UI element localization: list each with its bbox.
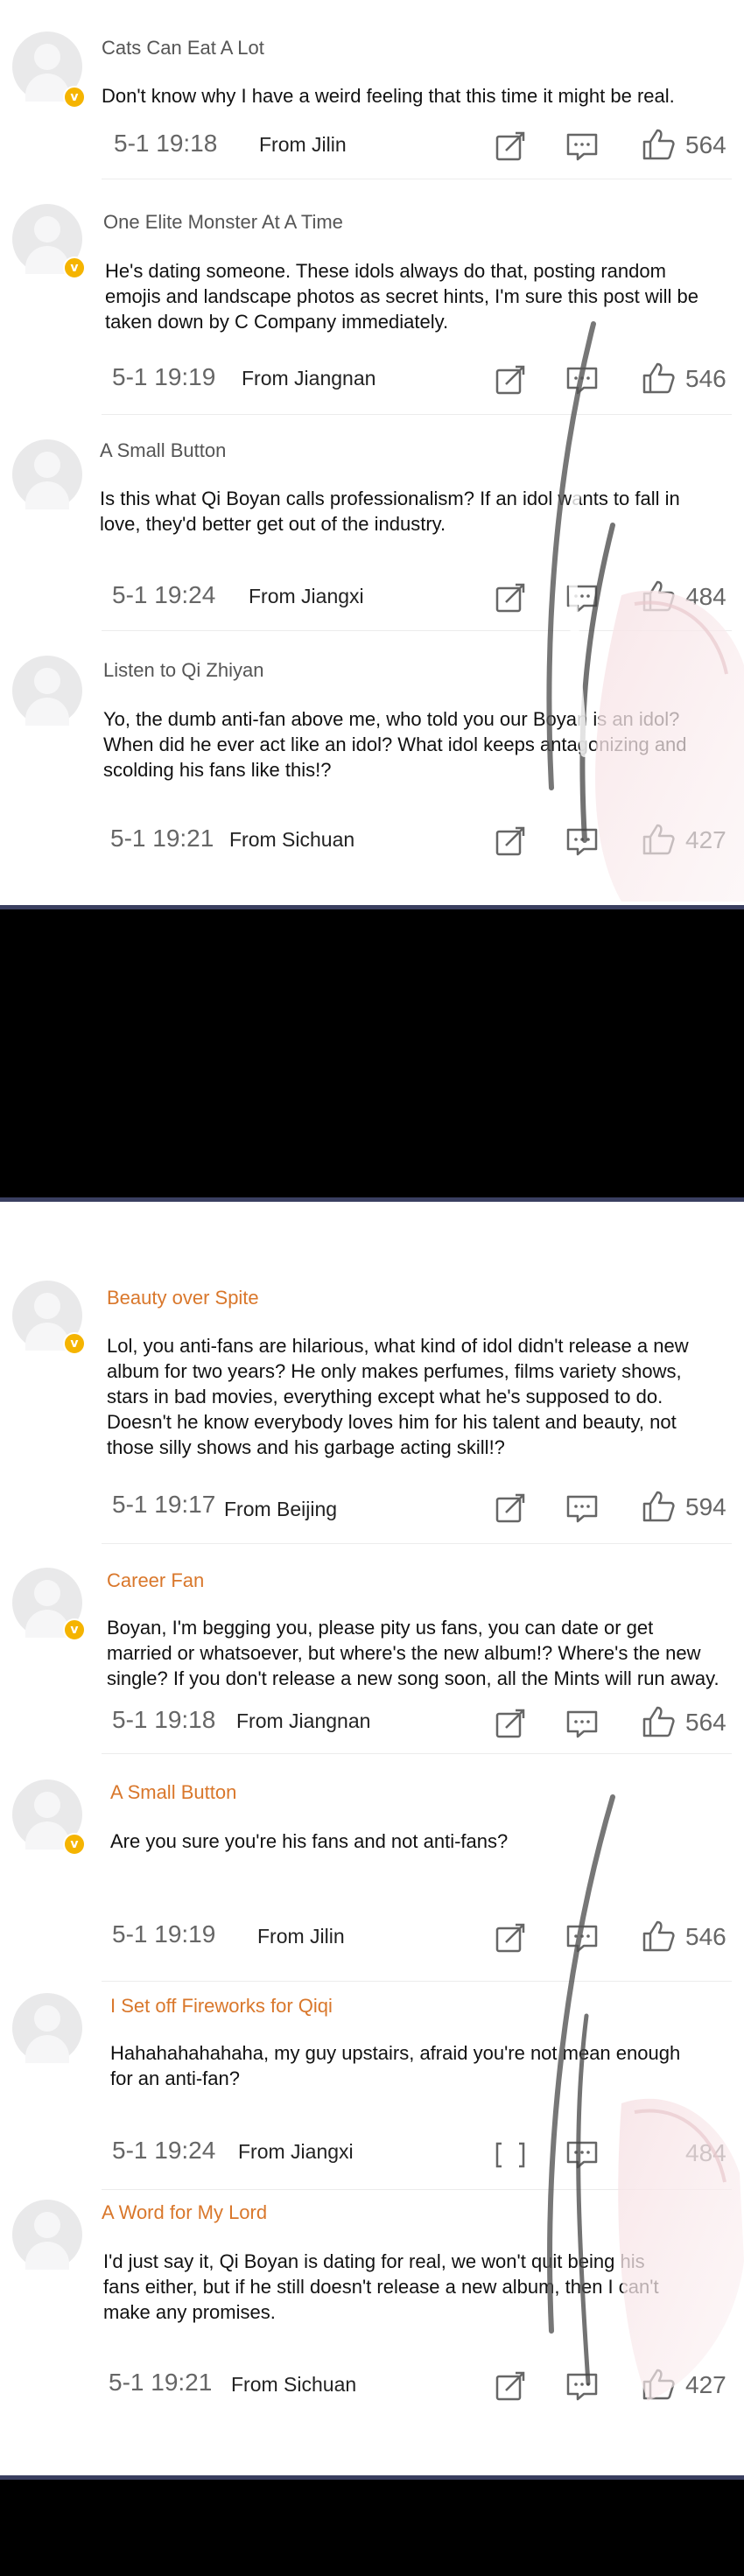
comment-item: A Word for My Lord I'd just say it, Qi B…: [0, 2200, 744, 2475]
thumbs-up-icon[interactable]: [641, 822, 676, 857]
username[interactable]: A Small Button: [100, 439, 226, 462]
share-icon[interactable]: [493, 362, 528, 397]
comment-location: From Sichuan: [231, 2373, 357, 2396]
verified-badge-icon: v: [63, 86, 86, 109]
comment-time: 5-1 19:19: [112, 1920, 216, 1948]
comment-location: From Jilin: [259, 133, 347, 156]
reply-icon[interactable]: [565, 580, 600, 615]
divider: [102, 630, 732, 631]
username[interactable]: Cats Can Eat A Lot: [102, 37, 264, 60]
comment-item: v Career Fan Boyan, I'm begging you, ple…: [0, 1552, 744, 1762]
reply-icon[interactable]: [565, 1920, 600, 1955]
avatar[interactable]: [12, 2200, 82, 2270]
comment-time: 5-1 19:21: [109, 2369, 213, 2396]
avatar[interactable]: [12, 1993, 82, 2063]
verified-badge-icon: v: [63, 1618, 86, 1641]
comment-text: Is this what Qi Boyan calls professional…: [100, 488, 680, 535]
comment-location: From Jiangxi: [238, 2140, 354, 2163]
comment-time: 5-1 19:17: [112, 1491, 216, 1518]
comment-location: From Jilin: [257, 1925, 345, 1948]
thumbs-up-icon[interactable]: [641, 1919, 676, 1954]
comment-item: A Small Button Is this what Qi Boyan cal…: [0, 420, 744, 635]
comment-text: He's dating someone. These idols always …: [105, 260, 698, 333]
comment-time: 5-1 19:24: [112, 2137, 216, 2164]
comment-text: Are you sure you're his fans and not ant…: [110, 1830, 509, 1852]
share-icon[interactable]: [493, 580, 528, 615]
username[interactable]: A Word for My Lord: [102, 2201, 267, 2224]
username[interactable]: A Small Button: [110, 1781, 236, 1804]
comment-item: v Cats Can Eat A Lot Don't know why I ha…: [0, 0, 744, 179]
comment-location: From Jiangxi: [249, 585, 364, 607]
comment-panel-bottom: v Beauty over Spite Lol, you anti-fans a…: [0, 1197, 744, 2480]
username[interactable]: Career Fan: [107, 1569, 204, 1592]
like-count: 427: [685, 2371, 726, 2398]
divider: [102, 2189, 732, 2190]
like-count: 564: [685, 1709, 726, 1736]
comment-item: Listen to Qi Zhiyan Yo, the dumb anti-fa…: [0, 635, 744, 905]
username[interactable]: Listen to Qi Zhiyan: [103, 659, 263, 682]
divider: [102, 1981, 732, 1982]
comment-panel-top: v Cats Can Eat A Lot Don't know why I ha…: [0, 0, 744, 909]
share-icon[interactable]: [493, 1706, 528, 1741]
comment-text: I'd just say it, Qi Boyan is dating for …: [103, 2250, 659, 2323]
verified-badge-icon: v: [63, 1833, 86, 1856]
comment-time: 5-1 19:18: [114, 130, 218, 157]
avatar[interactable]: [12, 656, 82, 726]
share-icon[interactable]: [493, 1920, 528, 1955]
comment-location: From Sichuan: [229, 828, 355, 851]
like-count: 427: [685, 826, 726, 853]
divider: [102, 1543, 732, 1544]
share-icon[interactable]: [493, 2137, 528, 2172]
share-icon[interactable]: [493, 129, 528, 164]
like-count: 594: [685, 1493, 726, 1520]
reply-icon[interactable]: [565, 2369, 600, 2404]
like-count: 484: [685, 2139, 726, 2166]
comment-text: Hahahahahahaha, my guy upstairs, afraid …: [110, 2042, 681, 2089]
comment-text: Yo, the dumb anti-fan above me, who told…: [103, 708, 687, 781]
thumbs-up-icon[interactable]: [641, 361, 676, 396]
comment-time: 5-1 19:21: [110, 825, 214, 852]
verified-badge-icon: v: [63, 1332, 86, 1355]
comment-item: I Set off Fireworks for Qiqi Hahahahahah…: [0, 1990, 744, 2200]
thumbs-up-icon[interactable]: [641, 1704, 676, 1739]
like-count: 564: [685, 131, 726, 158]
share-icon[interactable]: [493, 1491, 528, 1526]
thumbs-up-icon[interactable]: [641, 127, 676, 162]
like-count: 484: [685, 583, 726, 610]
username[interactable]: Beauty over Spite: [107, 1287, 259, 1309]
avatar[interactable]: [12, 439, 82, 509]
reply-icon[interactable]: [565, 1491, 600, 1526]
comment-time: 5-1 19:24: [112, 581, 216, 608]
like-count: 546: [685, 1923, 726, 1950]
comment-location: From Jiangnan: [242, 367, 376, 390]
like-count: 546: [685, 365, 726, 392]
reply-icon[interactable]: [565, 362, 600, 397]
share-icon[interactable]: [493, 824, 528, 859]
comment-text: Boyan, I'm begging you, please pity us f…: [107, 1617, 719, 1689]
verified-badge-icon: v: [63, 256, 86, 279]
comment-location: From Jiangnan: [236, 1709, 371, 1732]
comment-time: 5-1 19:18: [112, 1706, 216, 1733]
reply-icon[interactable]: [565, 2137, 600, 2172]
thumbs-up-icon[interactable]: [641, 1489, 676, 1524]
reply-icon[interactable]: [565, 824, 600, 859]
comment-text: Don't know why I have a weird feeling th…: [102, 85, 675, 107]
share-icon[interactable]: [493, 2369, 528, 2404]
comment-location: From Beijing: [224, 1498, 338, 1520]
reply-icon[interactable]: [565, 1706, 600, 1741]
username[interactable]: I Set off Fireworks for Qiqi: [110, 1995, 333, 2018]
comment-item: v Beauty over Spite Lol, you anti-fans a…: [0, 1202, 744, 1552]
thumbs-up-icon[interactable]: [641, 579, 676, 614]
thumbs-up-icon[interactable]: [641, 2367, 676, 2402]
comment-item: v A Small Button Are you sure you're his…: [0, 1762, 744, 1990]
reply-icon[interactable]: [565, 129, 600, 164]
username[interactable]: One Elite Monster At A Time: [103, 211, 343, 234]
divider: [102, 414, 732, 415]
comment-text: Lol, you anti-fans are hilarious, what k…: [107, 1335, 689, 1458]
divider: [102, 1753, 732, 1754]
comment-item: v One Elite Monster At A Time He's datin…: [0, 179, 744, 420]
comment-time: 5-1 19:19: [112, 363, 216, 390]
